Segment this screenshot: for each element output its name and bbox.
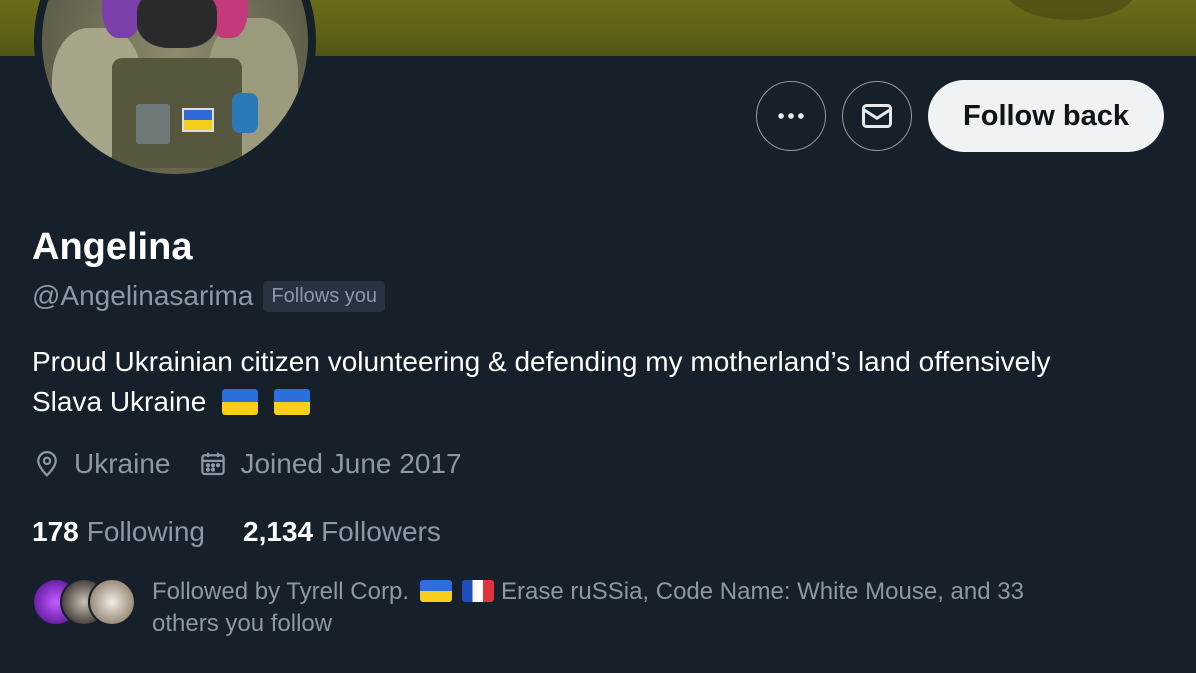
followers-count: 2,134 bbox=[243, 516, 314, 547]
ukraine-flag-icon bbox=[419, 580, 452, 602]
profile-stats: 178 Following 2,134 Followers bbox=[32, 516, 441, 548]
following-count: 178 bbox=[32, 516, 79, 547]
location-item: Ukraine bbox=[32, 448, 170, 480]
followed-by-row[interactable]: Followed by Tyrell Corp. Erase ruSSia, C… bbox=[32, 576, 1132, 640]
ukraine-flag-icon bbox=[273, 389, 310, 415]
bio-line-1: Proud Ukrainian citizen volunteering & d… bbox=[32, 346, 1051, 377]
followed-by-text: Followed by Tyrell Corp. Erase ruSSia, C… bbox=[152, 576, 1132, 640]
more-button[interactable] bbox=[756, 81, 827, 151]
follower-avatar bbox=[88, 578, 136, 626]
bio-line-2: Slava Ukraine bbox=[32, 386, 207, 417]
followers-link[interactable]: 2,134 Followers bbox=[243, 516, 441, 548]
followed-by-suffix: others you follow bbox=[152, 610, 333, 637]
envelope-icon bbox=[862, 104, 893, 128]
following-link[interactable]: 178 Following bbox=[32, 516, 205, 548]
follow-back-button[interactable]: Follow back bbox=[928, 80, 1164, 152]
following-label: Following bbox=[86, 516, 205, 547]
profile-bio: Proud Ukrainian citizen volunteering & d… bbox=[32, 342, 1172, 422]
profile-actions: Follow back bbox=[756, 80, 1164, 152]
joined-item: Joined June 2017 bbox=[198, 448, 462, 480]
ukraine-flag-icon bbox=[222, 389, 259, 415]
location-text: Ukraine bbox=[74, 448, 171, 479]
follows-you-badge: Follows you bbox=[263, 280, 386, 312]
followed-by-prefix: Followed by Tyrell Corp. bbox=[152, 578, 409, 605]
bio-line-2-row: Slava Ukraine bbox=[32, 382, 1172, 422]
message-button[interactable] bbox=[842, 81, 913, 151]
followed-by-avatars bbox=[32, 578, 136, 626]
avatar-image bbox=[42, 0, 308, 174]
display-name: Angelina bbox=[32, 226, 193, 268]
followers-label: Followers bbox=[321, 516, 441, 547]
location-pin-icon bbox=[37, 451, 57, 477]
profile-avatar[interactable] bbox=[34, 0, 316, 182]
more-horizontal-icon bbox=[778, 113, 804, 119]
joined-text: Joined June 2017 bbox=[240, 448, 462, 479]
followed-by-middle: Erase ruSSia, Code Name: White Mouse, an… bbox=[501, 578, 1024, 605]
france-flag-icon bbox=[462, 580, 495, 602]
username-handle: @Angelinasarima bbox=[32, 280, 254, 311]
profile-meta: Ukraine Joined June 2017 bbox=[32, 448, 462, 480]
handle-row: @Angelinasarima Follows you bbox=[32, 280, 386, 312]
calendar-icon bbox=[201, 452, 226, 476]
profile-page: Follow back Angelina @Angelinasarima Fol… bbox=[0, 0, 1196, 673]
